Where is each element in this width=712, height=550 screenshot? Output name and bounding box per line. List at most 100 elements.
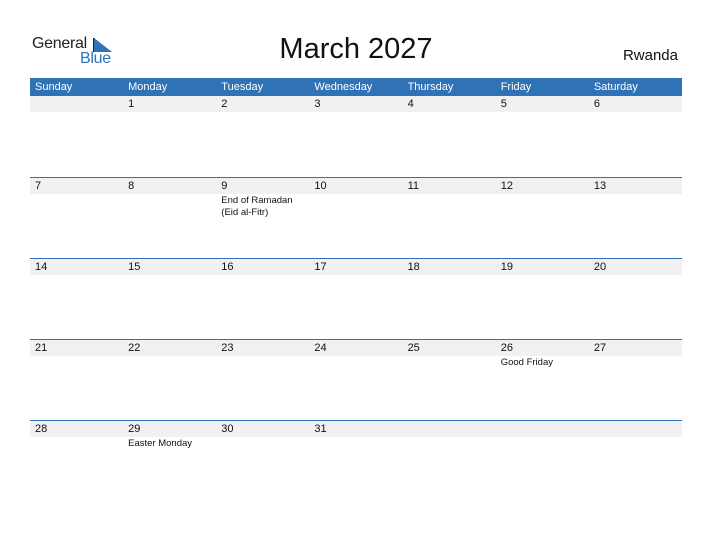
day-number: 28 [35,423,48,435]
holiday-label [216,275,309,276]
weekday-tuesday: Tuesday [221,81,264,93]
date-strip: 7 8 9 10 11 12 13 [30,178,682,194]
events-row [30,112,682,113]
holiday-label [309,356,402,369]
holiday-label [309,437,402,450]
day-cell: 10 [309,178,402,194]
holiday-label [403,356,496,369]
day-cell: 9 [216,178,309,194]
day-number: 22 [128,342,141,354]
weekday-wednesday: Wednesday [314,81,373,93]
day-number: 4 [407,98,414,110]
day-cell: 2 [216,96,309,112]
day-number: 23 [221,342,234,354]
holiday-label [496,437,589,450]
calendar-grid: Sunday Monday Tuesday Wednesday Thursday… [30,78,682,501]
weekday-thursday: Thursday [407,81,454,93]
day-cell: 13 [589,178,682,194]
holiday-label [403,275,496,276]
day-cell: 1 [123,96,216,112]
holiday-label [496,194,589,219]
day-number: 7 [35,180,42,192]
day-cell: 16 [216,259,309,275]
holiday-label [123,275,216,276]
day-number: 8 [128,180,135,192]
events-row [30,275,682,276]
day-number: 27 [593,342,607,354]
holiday-label [589,194,682,219]
day-number: 18 [407,261,420,273]
day-number: 3 [314,98,321,110]
holiday-label [30,275,123,276]
country-label: Rwanda [622,47,678,64]
day-cell [30,96,123,112]
holiday-label [216,437,309,450]
weekday-monday: Monday [128,81,168,93]
day-number: 31 [314,423,327,435]
day-number: 20 [593,261,607,273]
day-cell: 17 [309,259,402,275]
holiday-label [309,112,402,113]
date-strip: 21 22 23 24 25 26 27 [30,340,682,356]
day-cell: 19 [496,259,589,275]
day-cell: 28 [30,421,123,437]
day-cell: 4 [403,96,496,112]
day-cell: 27 [589,340,682,356]
holiday-label [30,437,123,450]
holiday-label: Easter Monday [128,438,193,449]
day-number: 1 [128,98,135,110]
holiday-label [496,112,589,113]
holiday-label [30,194,123,219]
day-number: 14 [35,261,48,273]
weekday-header: Sunday Monday Tuesday Wednesday Thursday… [30,78,682,96]
day-number: 25 [407,342,420,354]
day-cell: 26 [496,340,589,356]
holiday-label [589,112,682,113]
holiday-label: End of Ramadan (Eid al-Fitr) [221,195,293,218]
day-number: 19 [500,261,513,273]
weekday-saturday: Saturday [593,81,638,93]
holiday-label [123,356,216,369]
events-row: End of Ramadan (Eid al-Fitr) [30,194,682,219]
day-cell: 14 [30,259,123,275]
holiday-label [216,112,309,113]
day-cell: 20 [589,259,682,275]
day-cell: 7 [30,178,123,194]
holiday-label [403,112,496,113]
day-cell: 24 [309,340,402,356]
day-number: 29 [128,423,141,435]
day-number: 10 [314,180,327,192]
day-number: 30 [221,423,234,435]
holiday-label [30,112,123,113]
holiday-label [309,275,402,276]
week-row: 28 29 30 31 Easter Monday [30,420,682,501]
holiday-label [216,356,309,369]
day-cell [496,421,589,437]
holiday-label [123,112,216,113]
day-number: 5 [500,98,507,110]
week-row: 7 8 9 10 11 12 13 End of Ramadan (Eid al-Fitr) [30,177,682,258]
weekday-friday: Friday [500,81,532,93]
date-strip: 1 2 3 4 5 6 [30,96,682,112]
events-row: Easter Monday [30,437,682,450]
day-cell: 18 [403,259,496,275]
day-cell: 29 [123,421,216,437]
holiday-label [403,437,496,450]
week-row: 1 2 3 4 5 6 [30,96,682,177]
day-number: 11 [407,180,419,192]
day-cell [403,421,496,437]
holiday-label [496,275,589,276]
holiday-label [589,275,682,276]
day-cell: 30 [216,421,309,437]
day-number: 17 [314,261,327,273]
weeks-container: 1 2 3 4 5 6 7 8 9 10 11 12 13 End of Ramadan (Eid al-… [30,96,682,501]
day-number: 15 [128,261,141,273]
day-number: 13 [593,180,607,192]
holiday-label [309,194,402,219]
page-title: March 2027 [279,33,433,65]
day-cell: 3 [309,96,402,112]
day-cell: 12 [496,178,589,194]
holiday-label [123,194,216,219]
holiday-label [30,356,123,369]
day-cell: 31 [309,421,402,437]
